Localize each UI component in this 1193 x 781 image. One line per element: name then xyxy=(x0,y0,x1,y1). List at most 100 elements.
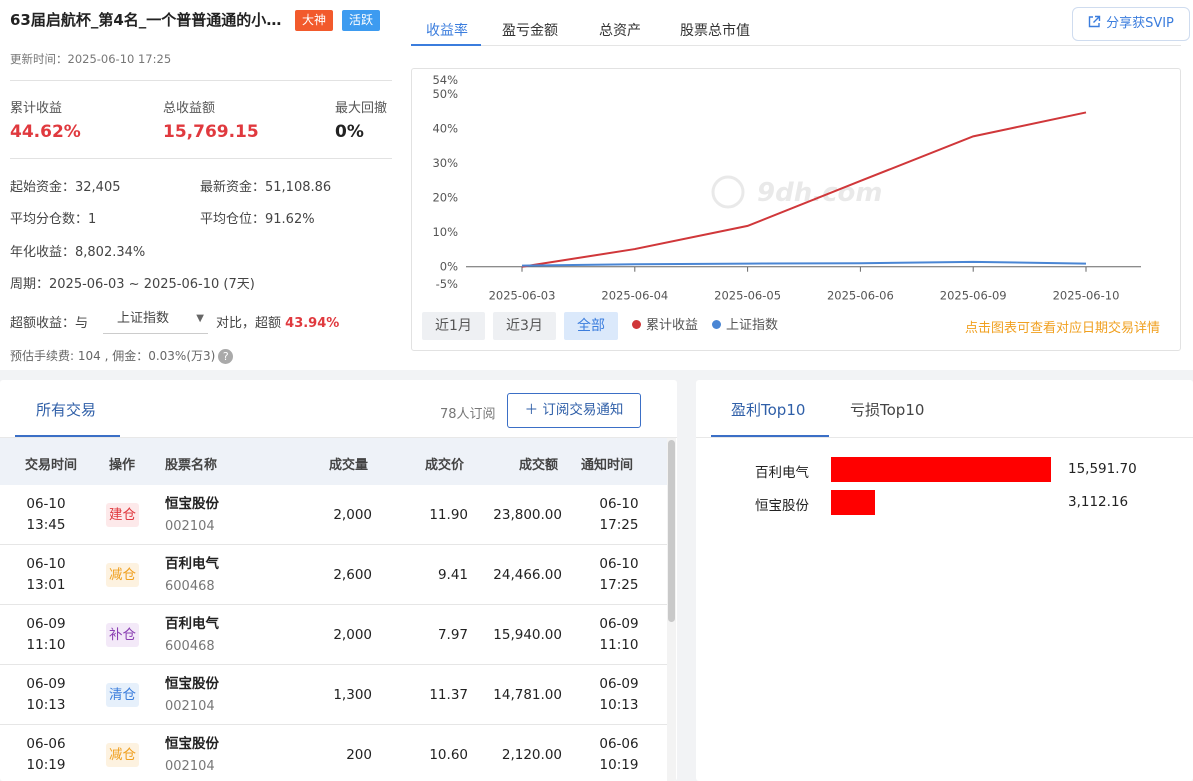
y-tick-label: 20% xyxy=(432,191,458,205)
stat-cum-return: 累计收益 44.62% xyxy=(10,97,81,142)
y-tick-label: 54% xyxy=(432,73,458,87)
table-row[interactable]: 06-10 13:45 建仓 恒宝股份 002104 2,000 11.90 23,800.0… xyxy=(0,485,667,545)
x-tick-label: 2025-06-10 xyxy=(1053,289,1120,303)
start-capital: 起始资金：32,405 xyxy=(10,180,121,195)
notify-date: 06-09 xyxy=(599,616,639,632)
divider xyxy=(696,437,1193,438)
chevron-down-icon: ▼ xyxy=(196,313,204,324)
tab-loss-top10[interactable]: 亏损Top10 xyxy=(850,399,924,420)
top10-bar[interactable] xyxy=(831,490,875,515)
top10-value: 3,112.16 xyxy=(1068,494,1129,510)
operation-badge: 清仓 xyxy=(106,683,139,707)
trade-price: 11.37 xyxy=(429,687,468,703)
divider xyxy=(10,158,392,159)
stat-label: 总收益额 xyxy=(163,101,216,116)
top10-row[interactable]: 百利电气 15,591.70 xyxy=(696,457,1193,485)
avg-position-ratio: 平均仓位：91.62% xyxy=(200,212,315,227)
legend-cum-return[interactable]: 累计收益 xyxy=(632,314,698,333)
col-stock-name[interactable]: 股票名称 xyxy=(165,454,217,473)
series-line-1[interactable] xyxy=(521,260,1087,267)
col-operation[interactable]: 操作 xyxy=(109,454,135,473)
chart-svg[interactable]: 9dh.com 54%50% 40% 30% 20% 10% 0% -5% 2025-06-… xyxy=(412,69,1182,352)
table-row[interactable]: 06-09 10:13 清仓 恒宝股份 002104 1,300 11.37 14,781.0… xyxy=(0,665,667,725)
tab-stock-value[interactable]: 股票总市值 xyxy=(680,20,750,40)
stock-code: 002104 xyxy=(165,759,215,774)
chart-hint: 点击图表可查看对应日期交易详情 xyxy=(965,321,1161,336)
stat-total-profit: 总收益额 15,769.15 xyxy=(163,97,259,142)
summary-section: 63届启航杯_第4名_一个普普通通的小散户 大神 活跃 更新时间：2025-06… xyxy=(0,0,1193,370)
table-scrollbar[interactable] xyxy=(667,438,676,781)
trade-amount: 24,466.00 xyxy=(493,567,562,583)
share-label: 分享获SVIP xyxy=(1106,16,1174,31)
trade-volume: 2,000 xyxy=(333,627,372,643)
stock-code: 600468 xyxy=(165,579,215,594)
tab-all-trades[interactable]: 所有交易 xyxy=(36,399,96,420)
trade-clock: 10:19 xyxy=(26,757,66,773)
update-time: 更新时间：2025-06-10 17:25 xyxy=(10,51,171,67)
notify-clock: 11:10 xyxy=(599,637,639,653)
tab-return-rate[interactable]: 收益率 xyxy=(426,20,468,40)
operation-badge: 减仓 xyxy=(106,563,139,587)
range-3m-button[interactable]: 近3月 xyxy=(493,312,556,340)
legend-sse-index[interactable]: 上证指数 xyxy=(712,314,778,333)
stat-max-drawdown: 最大回撤 0% xyxy=(335,97,387,142)
fee-text: 预估手续费: 104 , 佣金：0.03%(万3) xyxy=(10,349,216,363)
trade-price: 11.90 xyxy=(429,507,468,523)
stock-name[interactable]: 百利电气 xyxy=(165,614,219,635)
tab-total-assets[interactable]: 总资产 xyxy=(599,20,641,40)
range-all-button[interactable]: 全部 xyxy=(564,312,618,340)
tab-profit-amount[interactable]: 盈亏金额 xyxy=(502,20,558,40)
tab-underline xyxy=(411,44,481,46)
col-volume[interactable]: 成交量 xyxy=(329,454,368,473)
trade-amount: 15,940.00 xyxy=(493,627,562,643)
top10-bar[interactable] xyxy=(831,457,1051,482)
col-amount[interactable]: 成交额 xyxy=(519,454,558,473)
stock-code: 002104 xyxy=(165,699,215,714)
table-row[interactable]: 06-09 11:10 补仓 百利电气 600468 2,000 7.97 15,940.00… xyxy=(0,605,667,665)
divider xyxy=(10,80,392,81)
notify-clock: 17:25 xyxy=(599,517,639,533)
trade-time: 06-10 13:01 xyxy=(16,554,76,596)
subscribe-button[interactable]: ＋ 订阅交易通知 xyxy=(507,393,641,428)
stock-name[interactable]: 恒宝股份 xyxy=(165,674,219,695)
excess-result: 对比，超额 43.94% xyxy=(216,312,339,331)
stock-code: 600468 xyxy=(165,639,215,654)
legend-dot xyxy=(632,320,641,329)
tab-profit-top10[interactable]: 盈利Top10 xyxy=(731,399,805,420)
y-tick-label: 40% xyxy=(432,121,458,135)
return-chart[interactable]: 9dh.com 54% 50% 40% 30% 20% 10% 0% -5% 2025-06-… xyxy=(411,68,1181,351)
share-button[interactable]: 分享获SVIP xyxy=(1072,7,1190,41)
stock-name[interactable]: 百利电气 xyxy=(165,554,219,575)
trade-clock: 13:01 xyxy=(26,577,66,593)
help-icon[interactable]: ? xyxy=(218,349,234,364)
col-price[interactable]: 成交价 xyxy=(425,454,464,473)
col-trade-time[interactable]: 交易时间 xyxy=(25,454,77,473)
y-tick-label: 50% xyxy=(432,87,458,101)
range-1m-button[interactable]: 近1月 xyxy=(422,312,485,340)
trade-date: 06-09 xyxy=(26,616,66,632)
x-tick-label: 2025-06-05 xyxy=(714,289,781,303)
col-notify-time[interactable]: 通知时间 xyxy=(581,454,633,473)
title-row: 63届启航杯_第4名_一个普普通通的小散户 大神 活跃 xyxy=(10,10,392,32)
top10-row[interactable]: 恒宝股份 3,112.16 xyxy=(696,490,1193,518)
benchmark-select[interactable]: 上证指数 ▼ xyxy=(103,304,208,334)
trade-amount: 23,800.00 xyxy=(493,507,562,523)
notify-date: 06-06 xyxy=(599,736,639,752)
operation-badge: 补仓 xyxy=(106,623,139,647)
notify-date: 06-09 xyxy=(599,676,639,692)
trade-clock: 13:45 xyxy=(26,517,66,533)
notify-time: 06-10 17:25 xyxy=(594,494,644,536)
god-badge: 大神 xyxy=(295,10,334,31)
stock-name[interactable]: 恒宝股份 xyxy=(165,494,219,515)
table-row[interactable]: 06-06 10:19 减仓 恒宝股份 002104 200 10.60 2,120.00 06… xyxy=(0,725,667,781)
y-tick-label: 30% xyxy=(432,156,458,170)
notify-clock: 17:25 xyxy=(599,577,639,593)
stat-value: 44.62% xyxy=(10,122,81,142)
subscriber-count: 78人订阅 xyxy=(440,407,496,422)
scrollbar-thumb[interactable] xyxy=(668,440,675,622)
stock-name[interactable]: 恒宝股份 xyxy=(165,734,219,755)
trade-volume: 200 xyxy=(346,747,372,763)
legend-label: 上证指数 xyxy=(726,318,779,333)
notify-date: 06-10 xyxy=(599,496,639,512)
table-row[interactable]: 06-10 13:01 减仓 百利电气 600468 2,600 9.41 24,466.00… xyxy=(0,545,667,605)
